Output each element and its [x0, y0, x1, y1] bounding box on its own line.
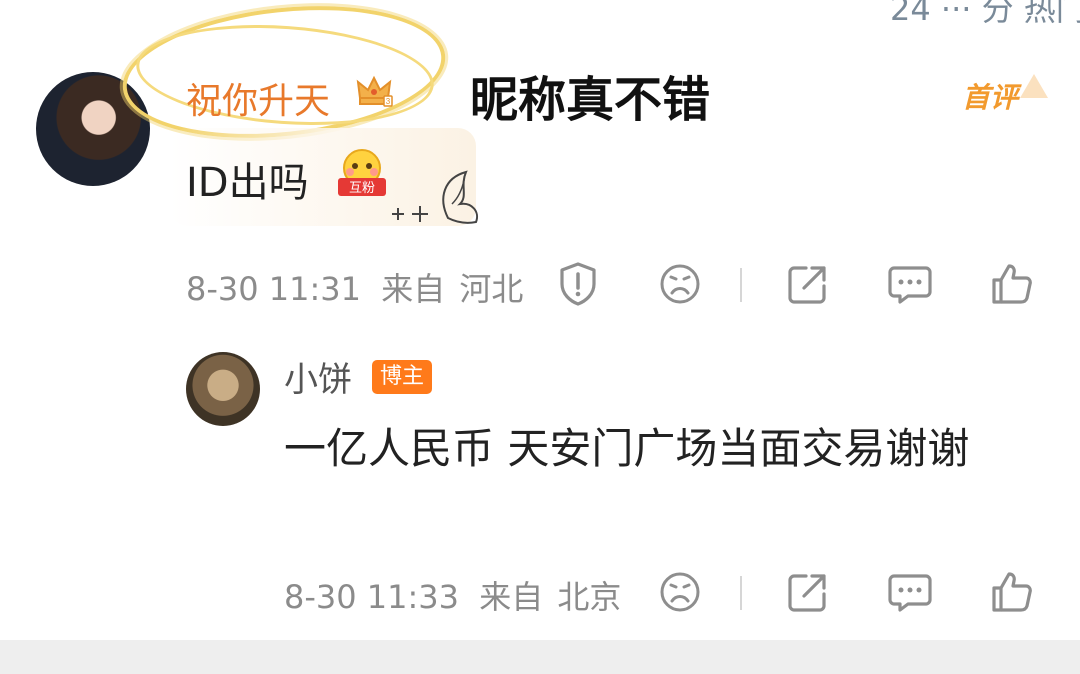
bottom-bar: [0, 640, 1080, 674]
divider: [740, 268, 742, 302]
svg-text:互粉: 互粉: [349, 181, 375, 196]
sad-face-icon[interactable]: [656, 568, 704, 616]
mutual-follow-emoji-icon: 互粉: [338, 149, 386, 196]
comment-username[interactable]: 祝你升天: [186, 72, 330, 124]
reply-avatar[interactable]: [186, 352, 260, 426]
first-comment-badge-bg: [1020, 74, 1048, 98]
thumbs-up-icon[interactable]: [988, 260, 1036, 308]
comment-time: 8-30 11:31: [186, 270, 362, 308]
reply-source-prefix: 来自: [479, 578, 544, 616]
reply-username[interactable]: 小饼: [284, 352, 352, 401]
truncated-header-text: 24 ··· 分 热门: [890, 0, 1080, 28]
comment-icon[interactable]: [886, 568, 934, 616]
butterfly-sparkle-icon: [392, 170, 478, 224]
annotation-text: 昵称真不错: [470, 72, 711, 128]
divider: [740, 576, 742, 610]
report-shield-icon[interactable]: [554, 260, 602, 308]
comment-icon[interactable]: [886, 260, 934, 308]
reply-meta: 8-30 11:33 来自 北京: [284, 572, 621, 618]
share-icon[interactable]: [784, 568, 832, 616]
comment-source-prefix: 来自: [381, 270, 446, 308]
reply-time: 8-30 11:33: [284, 578, 460, 616]
blogger-badge: 博主: [372, 360, 433, 394]
first-comment-badge: 首评: [962, 81, 1019, 114]
reply-location: 北京: [557, 578, 622, 616]
comment-meta: 8-30 11:31 来自 河北: [186, 264, 523, 310]
svg-text:3: 3: [386, 97, 391, 106]
comment-location: 河北: [459, 270, 524, 308]
crown-icon: 3: [356, 75, 393, 107]
share-icon[interactable]: [784, 260, 832, 308]
sad-face-icon[interactable]: [656, 260, 704, 308]
thumbs-up-icon[interactable]: [988, 568, 1036, 616]
reply-text: 一亿人民币 天安门广场当面交易谢谢: [284, 424, 970, 473]
comment-text: ID出吗: [186, 160, 309, 206]
